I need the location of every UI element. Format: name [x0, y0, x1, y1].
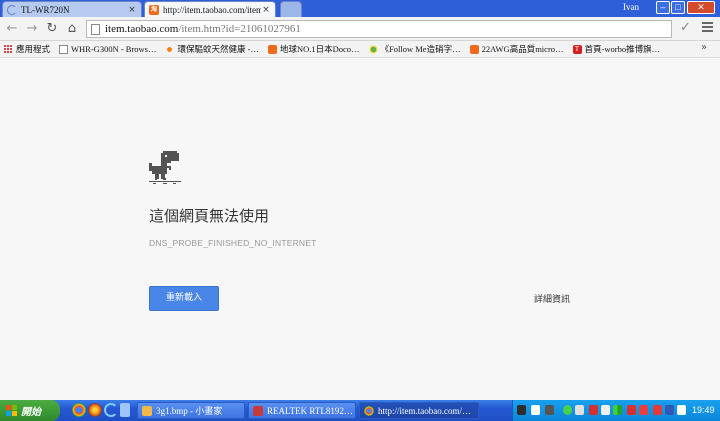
bookmark-label: WHR-G300N - Brows… — [71, 44, 157, 54]
tray-volume-icon[interactable] — [575, 405, 584, 415]
bookmark-22awg[interactable]: 22AWG高品質micro… — [469, 43, 564, 55]
chrome-icon — [364, 405, 374, 416]
tray-signal-icon[interactable] — [613, 405, 622, 415]
bookmark-worbo[interactable]: T 首頁-worbo推博旗… — [572, 43, 661, 55]
bookmark-follow-me[interactable]: 《Follow Me造硝字… — [368, 43, 461, 55]
reload-button[interactable]: 重新載入 — [149, 286, 219, 311]
tray-help-icon[interactable] — [531, 405, 540, 415]
tray-alert-icon[interactable] — [639, 405, 648, 415]
chrome-icon[interactable] — [72, 403, 86, 417]
home-button[interactable]: ⌂ — [64, 21, 80, 37]
error-page: 這個網頁無法使用 DNS_PROBE_FINISHED_NO_INTERNET … — [0, 58, 720, 400]
bookmark-label: 22AWG高品質micro… — [481, 44, 564, 54]
bookmark-label: 首頁-worbo推博旗… — [584, 44, 661, 54]
close-window-button[interactable]: ✕ — [687, 1, 715, 14]
apps-icon — [4, 44, 13, 54]
tray-network-icon[interactable] — [563, 405, 572, 415]
start-button[interactable]: 開始 — [0, 400, 60, 421]
bookmarks-bar: 應用程式 WHR-G300N - Brows… 環保驅蚊天然健康 -… 地球NO… — [0, 41, 720, 58]
maximize-button[interactable]: □ — [671, 1, 685, 14]
new-tab-button[interactable] — [280, 1, 302, 17]
moon-icon — [7, 4, 17, 15]
taobao-icon — [469, 44, 479, 54]
bookmark-doco[interactable]: 地球NO.1日本Doco… — [267, 43, 360, 55]
tab-close-icon[interactable]: × — [261, 5, 271, 15]
page-icon — [91, 23, 100, 35]
task-label: http://item.taobao.com/… — [378, 405, 471, 416]
firefox-icon[interactable] — [88, 403, 102, 417]
browser-toolbar: ← → ↻ ⌂ item.taobao.com/item.htm?id=2106… — [0, 17, 720, 41]
task-label: REALTEK RTL8192… — [267, 405, 353, 416]
tray-app-icon[interactable] — [545, 405, 554, 415]
taobao-icon — [267, 44, 277, 54]
bookmark-label: 應用程式 — [16, 44, 51, 54]
start-label: 開始 — [21, 407, 41, 418]
show-desktop-icon[interactable] — [120, 403, 130, 417]
reload-icon[interactable]: ↻ — [44, 21, 60, 37]
bookmark-apps[interactable]: 應用程式 — [4, 43, 50, 55]
bookmark-label: 地球NO.1日本Doco… — [279, 44, 360, 54]
bookmark-whr-g300n[interactable]: WHR-G300N - Brows… — [59, 44, 156, 54]
bookmark-label: 《Follow Me造硝字… — [380, 44, 461, 54]
tab-title: http://item.taobao.com/item.ht — [163, 4, 261, 15]
tab-close-icon[interactable]: × — [127, 5, 137, 15]
address-bar[interactable]: item.taobao.com/item.htm?id=21061027961 … — [86, 20, 672, 38]
clock: 19:49 — [692, 405, 715, 415]
taobao-icon: 淘 — [149, 4, 159, 15]
tab-strip: TL-WR720N × 淘 http://item.taobao.com/ite… — [0, 0, 720, 17]
bookmarks-overflow-button[interactable]: » — [701, 42, 707, 53]
tray-keyboard-icon[interactable] — [517, 405, 526, 415]
tray-app4-icon[interactable] — [677, 405, 686, 415]
paint-icon — [142, 405, 152, 416]
task-label: 3g1.bmp - 小畫家 — [156, 406, 223, 416]
bookmark-label: 環保驅蚊天然健康 -… — [177, 44, 259, 54]
tray-app2-icon[interactable] — [653, 405, 662, 415]
bookmark-mosquito[interactable]: 環保驅蚊天然健康 -… — [165, 43, 259, 55]
tray-security-icon[interactable] — [589, 405, 598, 415]
minimize-button[interactable]: – — [656, 1, 670, 14]
details-link[interactable]: 詳細資訊 — [534, 292, 570, 305]
realtek-icon — [253, 405, 263, 416]
profile-name[interactable]: Ivan — [623, 2, 639, 12]
ie-icon[interactable] — [104, 403, 118, 417]
tray-monitor-icon[interactable] — [601, 405, 610, 415]
task-chrome[interactable]: http://item.taobao.com/… — [359, 402, 479, 419]
tray-app3-icon[interactable] — [665, 405, 674, 415]
dinosaur-icon — [149, 151, 181, 184]
windows-flag-icon — [6, 405, 17, 416]
url-path: /item.htm?id=21061027961 — [178, 23, 301, 35]
task-paint[interactable]: 3g1.bmp - 小畫家 — [137, 402, 245, 419]
url-host: item.taobao.com — [105, 23, 179, 35]
task-realtek[interactable]: REALTEK RTL8192… — [248, 402, 356, 419]
forward-button[interactable]: → — [24, 21, 40, 37]
system-tray — [512, 400, 720, 421]
t-icon: T — [572, 44, 582, 54]
menu-icon[interactable] — [702, 20, 713, 34]
tab-title: TL-WR720N — [21, 4, 70, 15]
tray-antivirus-icon[interactable] — [627, 405, 636, 415]
back-button[interactable]: ← — [4, 21, 20, 37]
sun-icon — [165, 44, 175, 54]
error-code: DNS_PROBE_FINISHED_NO_INTERNET — [149, 238, 317, 248]
error-title: 這個網頁無法使用 — [149, 207, 270, 225]
page-icon — [59, 44, 69, 54]
check-icon[interactable]: ✓ — [680, 20, 691, 35]
taskbar: 開始 3g1.bmp - 小畫家 REALTEK RTL8192… http:/… — [0, 400, 720, 421]
pinwheel-icon — [368, 44, 378, 54]
tab-tl-wr720n[interactable]: TL-WR720N × — [2, 1, 142, 17]
tab-taobao-item[interactable]: 淘 http://item.taobao.com/item.ht × — [144, 1, 276, 17]
